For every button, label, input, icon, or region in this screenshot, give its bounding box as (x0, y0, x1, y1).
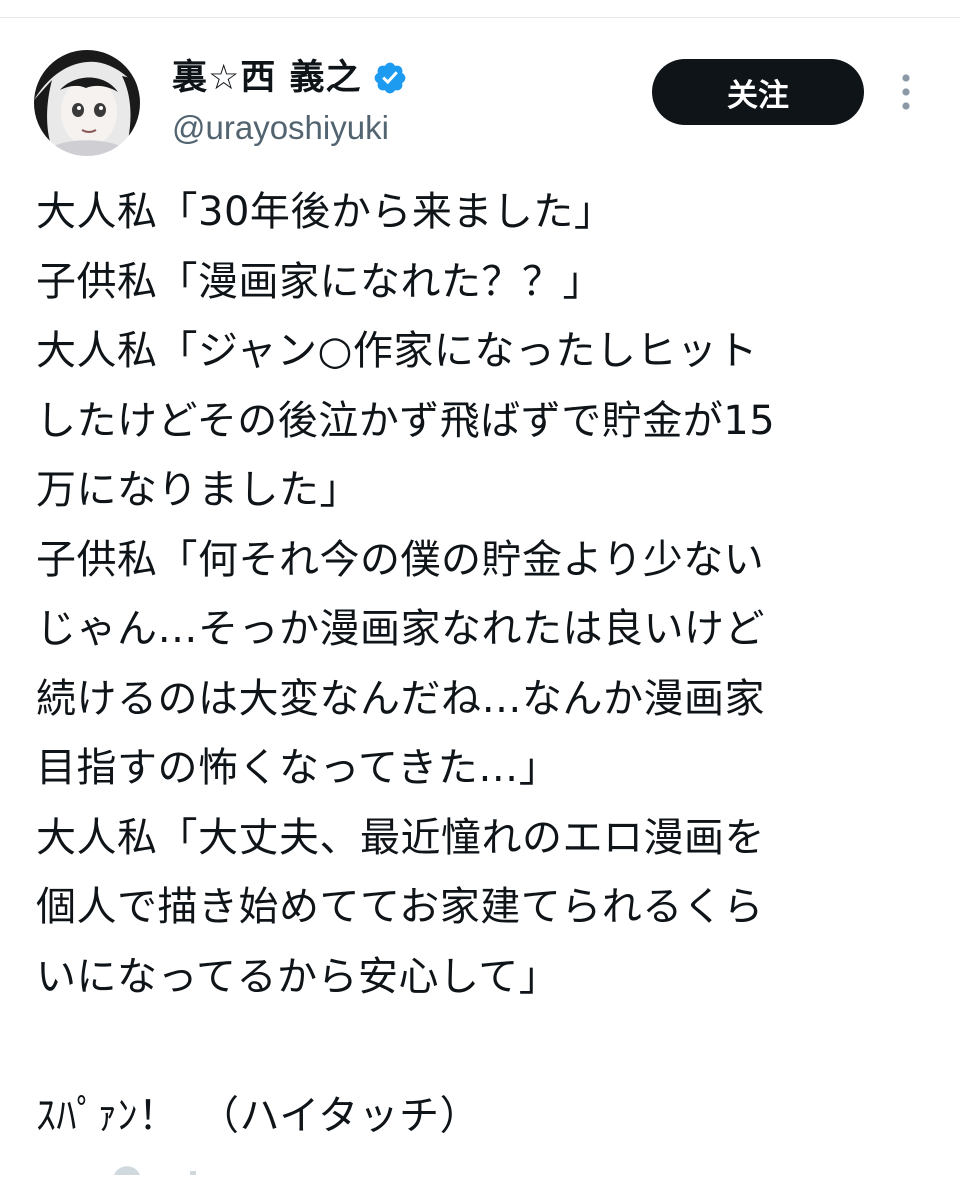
author-name-row: 裏☆西 義之 (172, 54, 408, 102)
tweet-line: 大人私「大丈夫、最近憧れのエロ漫画を (36, 814, 765, 861)
tweet-line: 万になりました」 (36, 467, 360, 513)
verified-badge-icon[interactable] (372, 60, 408, 96)
tweet-line: 子供私「漫画家になれた？？」 (36, 258, 603, 305)
tweet-line: ｽﾊﾟｧﾝ！ （ハイタッチ） (36, 1092, 481, 1139)
tweet-line: したけどその後泣かず飛ばずで貯金が15 (36, 397, 776, 444)
follow-button[interactable]: 关注 (652, 59, 864, 125)
author-display-name[interactable]: 裏☆西 義之 (172, 55, 362, 101)
tweet-header: 裏☆西 義之 @urayoshiyuki 关注 (0, 0, 960, 170)
tweet-line: 大人私「ジャン○作家になったしヒット (36, 328, 758, 374)
anime-girl-avatar-icon[interactable] (34, 50, 140, 156)
tweet-line: 目指すの怖くなってきた…」 (36, 745, 560, 791)
footer-edge (36, 1160, 236, 1175)
tweet-line: じゃん…そっか漫画家なれたは良いけど (36, 606, 765, 652)
tweet-line: 子供私「何それ今の僕の貯金より少ない (36, 536, 765, 583)
author-handle[interactable]: @urayoshiyuki (172, 106, 389, 150)
tweet-text: 大人私「30年後から来ました」 子供私「漫画家になれた？？」 大人私「ジャン○作… (36, 178, 936, 1151)
more-vertical-icon[interactable] (890, 70, 922, 114)
tweet-line: 続けるのは大変なんだね…なんか漫画家 (36, 675, 765, 722)
tweet-line: 大人私「30年後から来ました」 (36, 189, 615, 235)
tweet-line: いになってるから安心して」 (36, 953, 560, 1000)
tweet-line: 個人で描き始めててお家建てられるくら (36, 884, 764, 930)
